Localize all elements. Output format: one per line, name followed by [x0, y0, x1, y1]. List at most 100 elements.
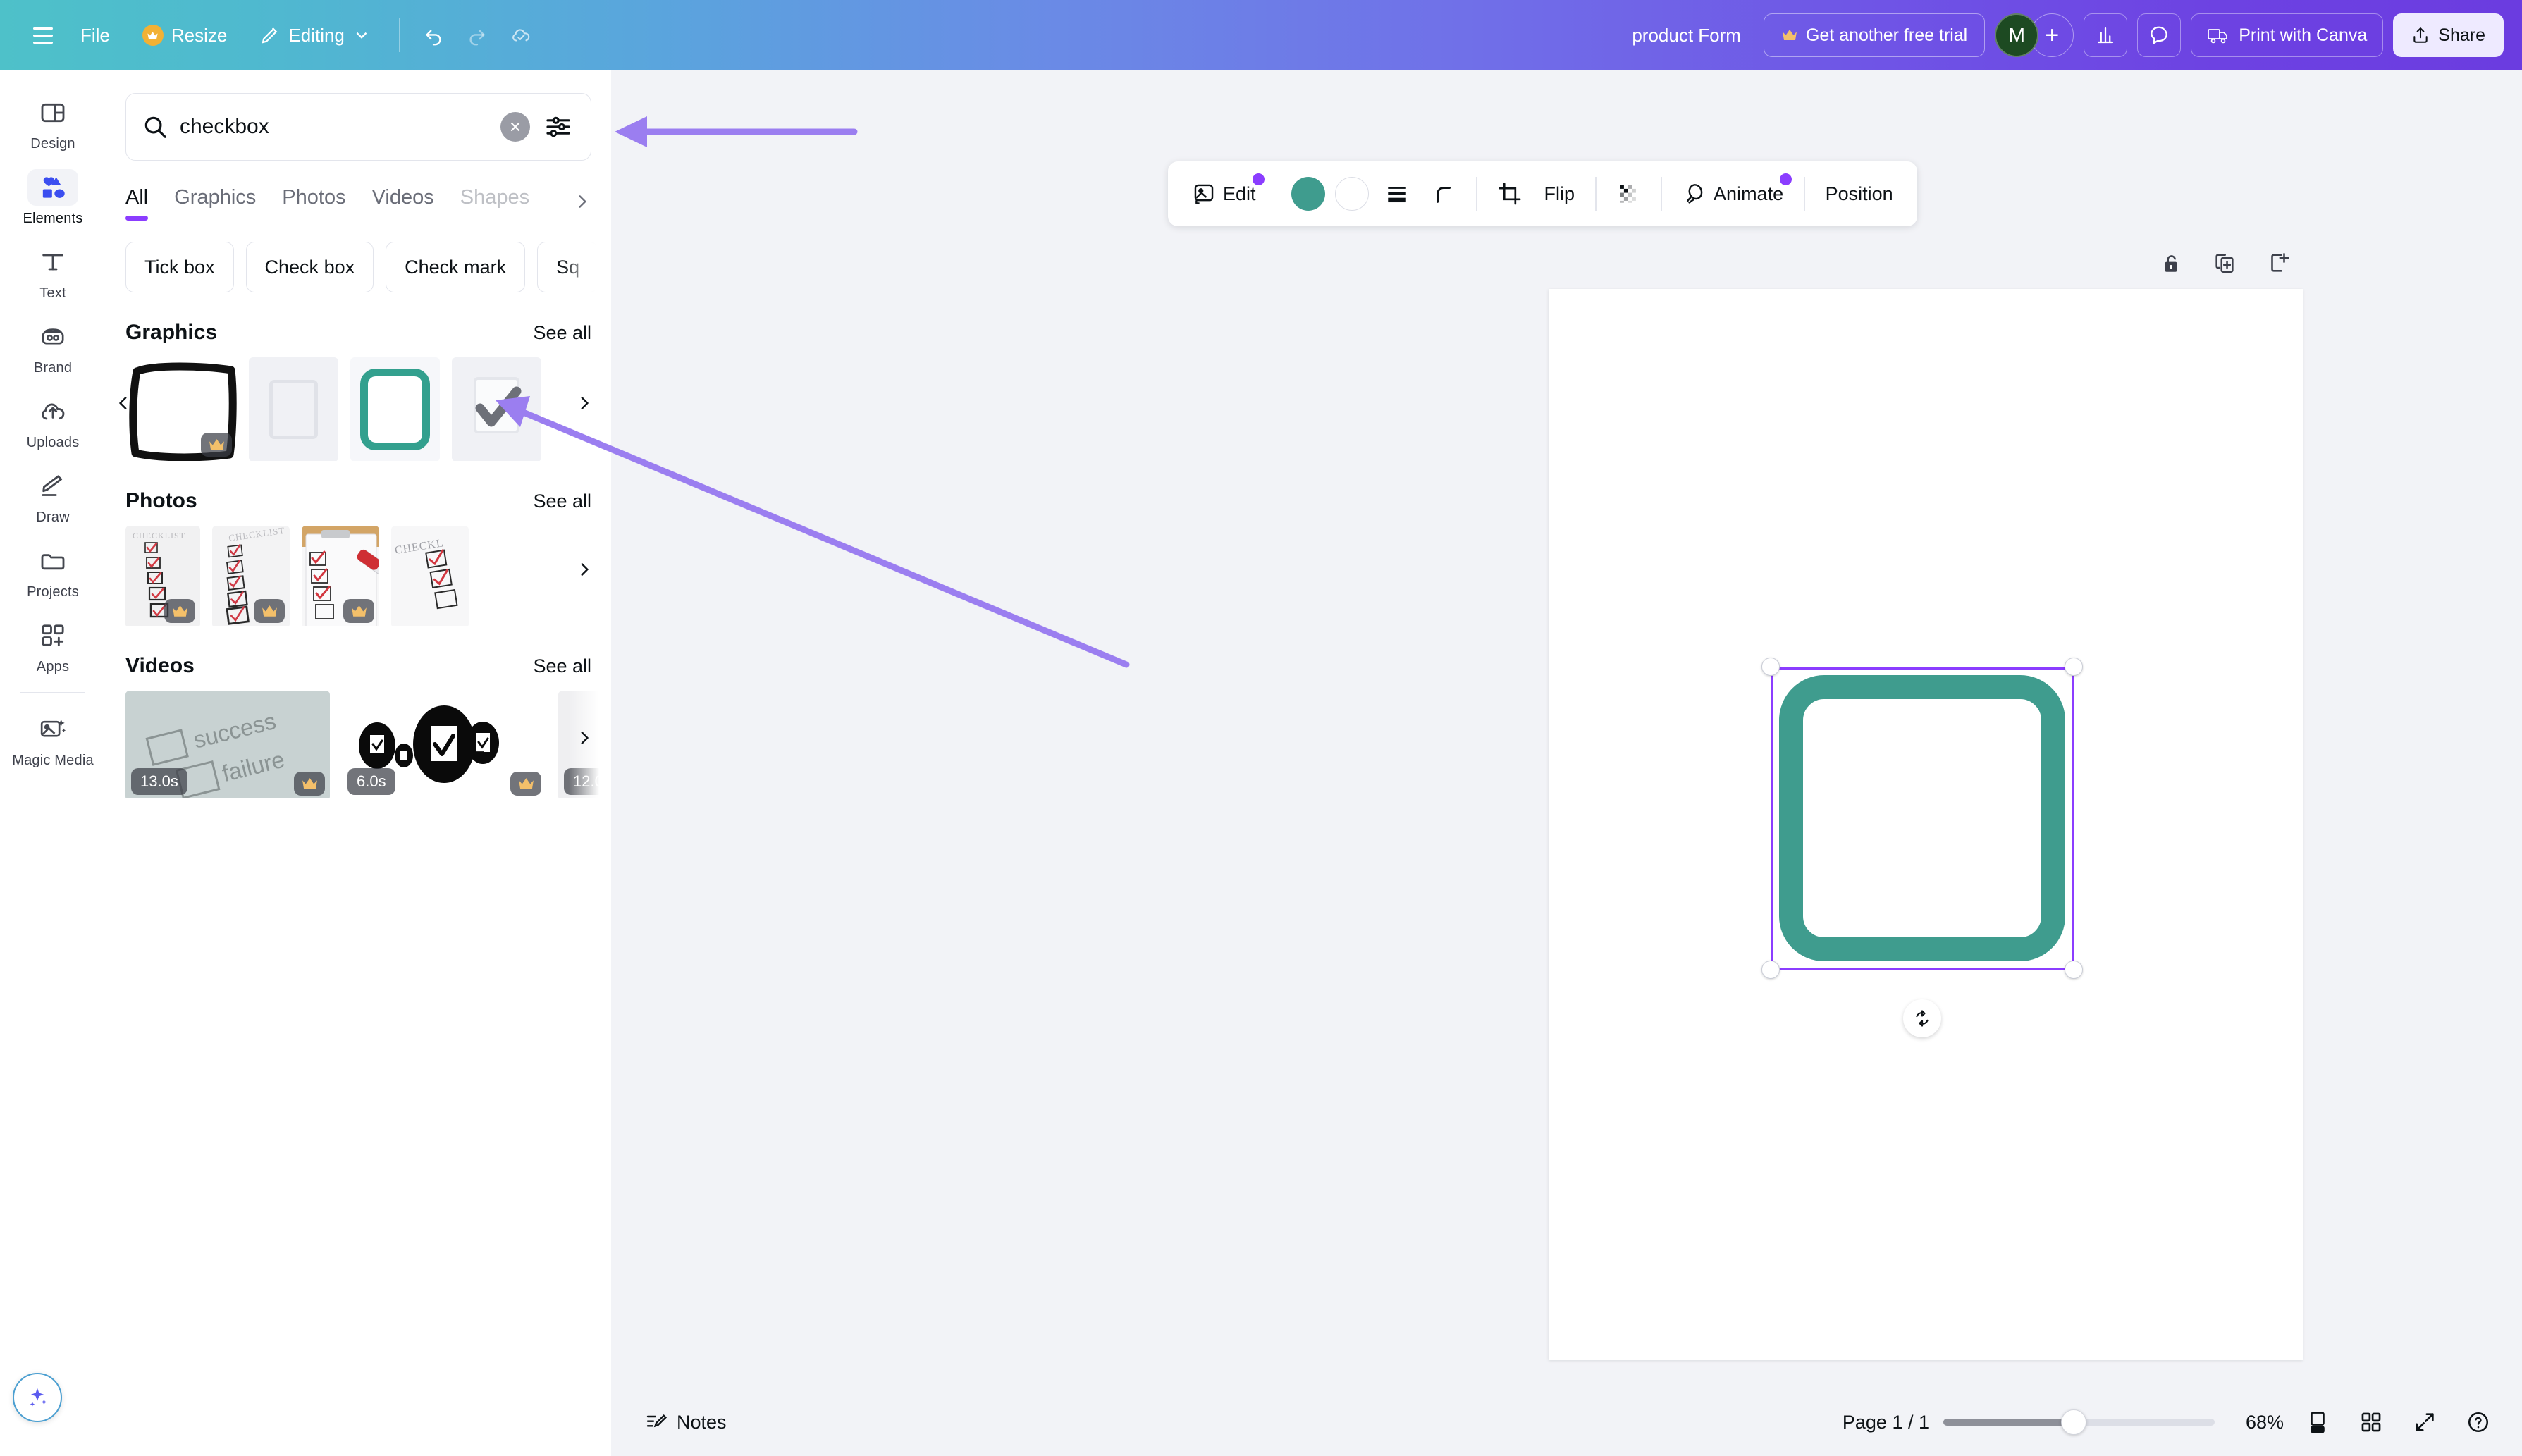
see-all-graphics-link[interactable]: See all: [533, 322, 591, 344]
scroll-right-icon[interactable]: [569, 554, 600, 585]
avatar[interactable]: M: [1995, 13, 2038, 57]
sidebar-item-magic-media[interactable]: Magic Media: [6, 703, 100, 776]
suggestion-chips: Tick box Check box Check mark Sq: [106, 221, 611, 292]
tab-photos[interactable]: Photos: [282, 186, 345, 221]
undo-icon[interactable]: [414, 16, 453, 55]
line-weight-button[interactable]: [1375, 171, 1419, 216]
photos-results-row: CHECKLIST: [106, 513, 611, 626]
graphic-result[interactable]: [452, 357, 541, 461]
toolbar-divider: [1661, 177, 1663, 211]
sidebar-item-brand[interactable]: Brand: [6, 310, 100, 383]
resize-handle-bottom-left[interactable]: [1761, 961, 1780, 979]
crop-button[interactable]: [1488, 171, 1532, 216]
grid-view-icon[interactable]: [2351, 1402, 2391, 1442]
see-all-videos-link[interactable]: See all: [533, 655, 591, 677]
sparkle-magic-icon[interactable]: [13, 1373, 62, 1422]
section-title: Graphics: [125, 321, 217, 345]
print-with-canva-button[interactable]: Print with Canva: [2191, 13, 2383, 57]
page-count-label: Page 1 / 1: [1843, 1412, 1929, 1433]
graphic-result-teal-square[interactable]: [350, 357, 440, 461]
photo-result[interactable]: CHECKLIST: [212, 526, 290, 626]
edit-image-icon: [1192, 182, 1216, 206]
scroll-right-icon[interactable]: [569, 388, 600, 419]
chevron-right-icon[interactable]: [573, 192, 591, 221]
graphic-result[interactable]: [125, 357, 237, 461]
text-t-icon: [27, 244, 78, 280]
resize-handle-top-right[interactable]: [2065, 658, 2083, 676]
flip-button[interactable]: Flip: [1534, 171, 1585, 216]
hamburger-menu-icon[interactable]: [24, 16, 62, 54]
tab-all[interactable]: All: [125, 186, 148, 221]
get-free-trial-button[interactable]: Get another free trial: [1764, 13, 1985, 57]
chip-tick-box[interactable]: Tick box: [125, 242, 234, 292]
transparency-button[interactable]: [1607, 171, 1651, 216]
tab-videos[interactable]: Videos: [372, 186, 434, 221]
scroll-left-icon[interactable]: [108, 388, 139, 419]
notes-button[interactable]: Notes: [635, 1404, 737, 1440]
filter-sliders-icon[interactable]: [541, 110, 575, 144]
comment-bubble-icon[interactable]: [2137, 13, 2181, 57]
sidebar-item-uploads[interactable]: Uploads: [6, 385, 100, 458]
search-box[interactable]: [125, 93, 591, 161]
see-all-photos-link[interactable]: See all: [533, 491, 591, 512]
animate-label: Animate: [1714, 183, 1783, 205]
elements-search-panel: All Graphics Photos Videos Shapes Tick b…: [106, 70, 611, 1456]
video-result[interactable]: success failure 13.0s: [125, 691, 330, 798]
tab-shapes[interactable]: Shapes: [460, 186, 529, 221]
photo-result[interactable]: CHECKLIST: [125, 526, 200, 626]
add-page-icon[interactable]: [2255, 240, 2301, 286]
position-button[interactable]: Position: [1816, 171, 1903, 216]
zoom-slider[interactable]: [1943, 1418, 2215, 1426]
edit-button[interactable]: Edit: [1182, 171, 1266, 216]
insights-bar-chart-icon[interactable]: [2084, 13, 2127, 57]
notes-label: Notes: [677, 1412, 727, 1433]
page-view-icon[interactable]: [2298, 1402, 2337, 1442]
graphic-result[interactable]: [249, 357, 338, 461]
sidebar-label: Projects: [27, 584, 79, 600]
document-title[interactable]: product Form: [1619, 25, 1754, 47]
scroll-right-icon[interactable]: [569, 722, 600, 753]
corner-radius-button[interactable]: [1422, 171, 1465, 216]
tab-graphics[interactable]: Graphics: [174, 186, 256, 221]
sidebar-item-text[interactable]: Text: [6, 235, 100, 309]
sidebar-item-draw[interactable]: Draw: [6, 459, 100, 533]
animate-button[interactable]: Animate: [1673, 171, 1793, 216]
sidebar-label: Text: [39, 285, 66, 302]
cloud-saved-icon[interactable]: [501, 16, 541, 55]
chip-check-box[interactable]: Check box: [246, 242, 374, 292]
redo-icon[interactable]: [457, 16, 497, 55]
editing-mode-button[interactable]: Editing: [245, 16, 385, 55]
chip-square[interactable]: Sq: [537, 242, 598, 292]
toolbar-divider: [1595, 177, 1597, 211]
search-input[interactable]: [180, 115, 489, 139]
fullscreen-icon[interactable]: [2405, 1402, 2444, 1442]
bottom-status-bar: Notes Page 1 / 1 68%: [611, 1388, 2522, 1456]
search-magnifier-icon: [142, 113, 168, 140]
sidebar-item-projects[interactable]: Projects: [6, 534, 100, 607]
rotate-handle-icon[interactable]: [1903, 999, 1941, 1037]
zoom-slider-knob[interactable]: [2061, 1409, 2086, 1435]
share-button[interactable]: Share: [2393, 13, 2504, 57]
video-result[interactable]: 6.0s: [342, 691, 546, 798]
resize-button[interactable]: Resize: [128, 16, 241, 55]
file-menu-button[interactable]: File: [66, 16, 124, 55]
photo-result[interactable]: [302, 526, 379, 626]
color-swatch-teal[interactable]: [1291, 177, 1325, 211]
sidebar-item-elements[interactable]: Elements: [6, 161, 100, 234]
help-question-icon[interactable]: [2459, 1402, 2498, 1442]
photos-section-header: Photos See all: [106, 461, 611, 513]
chevron-down-icon: [352, 26, 371, 44]
chip-check-mark[interactable]: Check mark: [386, 242, 525, 292]
duplicate-page-icon[interactable]: [2201, 240, 2248, 286]
toolbar-divider: [1804, 177, 1805, 211]
clear-x-icon[interactable]: [500, 112, 530, 142]
lock-page-icon[interactable]: [2148, 240, 2194, 286]
video-duration: 12.0: [564, 768, 611, 795]
resize-handle-top-left[interactable]: [1761, 658, 1780, 676]
edit-notification-dot: [1253, 173, 1265, 185]
sidebar-item-design[interactable]: Design: [6, 86, 100, 159]
color-swatch-white[interactable]: [1335, 177, 1369, 211]
photo-result[interactable]: CHECKL: [391, 526, 469, 626]
resize-handle-bottom-right[interactable]: [2065, 961, 2083, 979]
sidebar-item-apps[interactable]: Apps: [6, 609, 100, 682]
